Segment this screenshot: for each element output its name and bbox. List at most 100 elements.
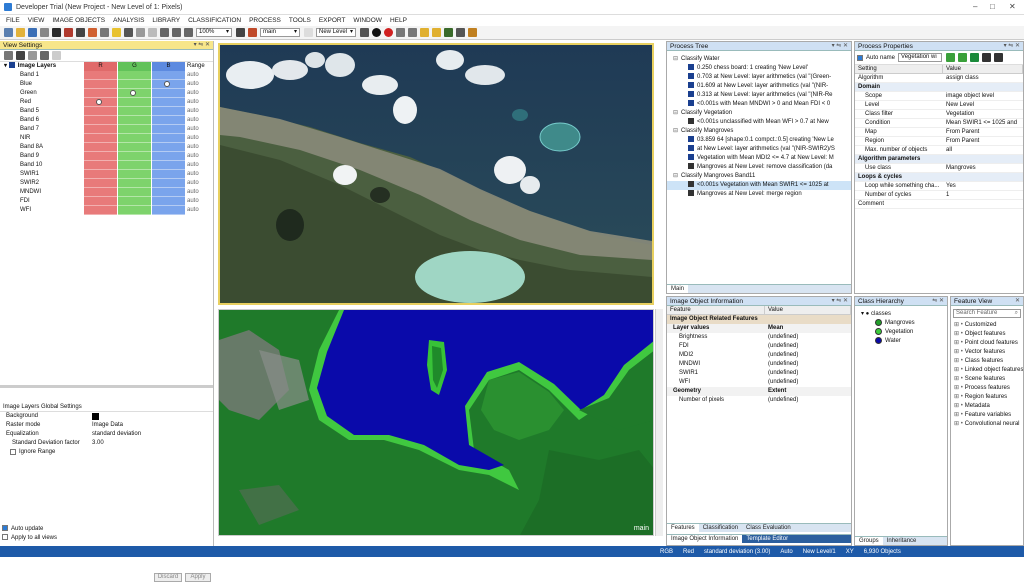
info-icon[interactable] [372,28,381,37]
r-channel-cell[interactable] [84,206,117,215]
manual-edit-icon[interactable] [468,28,477,37]
property-row[interactable]: Algorithm assign class [855,74,1023,83]
b-channel-cell[interactable] [152,107,185,116]
expand-icon[interactable]: ▾ [4,63,7,69]
g-channel-cell[interactable] [118,107,151,116]
menu-item-help[interactable]: HELP [390,17,407,24]
g-channel-cell[interactable] [118,125,151,134]
expand-icon[interactable]: ⊞ • [954,340,963,346]
redo-icon[interactable] [408,28,417,37]
b-channel-cell[interactable] [152,152,185,161]
pan-icon[interactable] [148,28,157,37]
feature-tree-item[interactable]: ⊞ • Class features [951,357,1023,366]
b-channel-cell[interactable] [152,206,185,215]
g-channel-cell[interactable] [118,197,151,206]
process-tree-item[interactable]: <0.001s unclassified with Mean WFI > 0.7… [667,118,851,127]
class-item[interactable]: Water [875,337,947,346]
pixel-view-icon[interactable] [100,28,109,37]
ioi-row[interactable]: MNDWI (undefined) [667,360,851,369]
r-channel-cell[interactable] [84,80,117,89]
sample-icon[interactable] [420,28,429,37]
cursor-icon[interactable] [136,28,145,37]
close-icon[interactable]: ⇋ ✕ [932,297,944,306]
expand-icon[interactable]: ⊞ • [954,421,963,427]
property-row[interactable]: Number of cycles 1 [855,191,1023,200]
property-row[interactable]: Domain [855,83,1023,92]
move-down-icon[interactable] [994,53,1004,62]
g-channel-cell[interactable] [118,143,151,152]
close-icon[interactable]: ▾ ⇋ ✕ [194,41,210,50]
view-icon[interactable] [52,28,61,37]
property-row[interactable]: Algorithm parameters [855,155,1023,164]
satellite-map-view[interactable] [218,43,654,305]
expand-icon[interactable]: ⊞ • [954,367,963,373]
layer-view-icon[interactable] [4,51,13,60]
feature-tree-item[interactable]: ⊞ • Customized [951,321,1023,330]
b-channel-cell[interactable] [152,197,185,206]
property-row[interactable]: Max. number of objects all [855,146,1023,155]
add-process-icon[interactable] [946,53,956,62]
image-layer-icon[interactable] [40,28,49,37]
expand-icon[interactable]: ▾ [861,311,864,317]
layer-row[interactable]: Blue auto [0,80,214,89]
execute-icon[interactable] [970,53,980,62]
b-channel-cell[interactable] [152,143,185,152]
b-channel-cell[interactable] [152,170,185,179]
property-row[interactable]: Comment [855,200,1023,209]
class-item[interactable]: Mangroves [875,319,947,328]
process-tree-item[interactable]: Vegetation with Mean MDI2 <= 4.7 at New … [667,154,851,163]
menu-item-classification[interactable]: CLASSIFICATION [188,17,241,24]
layer-row[interactable]: SWIR2 auto [0,179,214,188]
layer-row[interactable]: Band 1 auto [0,71,214,80]
r-channel-cell[interactable] [84,116,117,125]
add-child-icon[interactable] [958,53,968,62]
expand-icon[interactable]: ⊞ • [954,331,963,337]
b-channel-cell[interactable] [152,116,185,125]
feature-tree-item[interactable]: ⊞ • Point cloud features [951,339,1023,348]
ioi-row[interactable]: WFI (undefined) [667,378,851,387]
level-select[interactable]: New Level ▾ [316,28,356,37]
collapse-icon[interactable]: ⊟ [673,128,678,134]
process-tree-item[interactable]: 01.609 at New Level: layer arithmetics (… [667,82,851,91]
process-name-field[interactable]: Vegetation wi [898,53,943,62]
layer-row[interactable]: WFI auto [0,206,214,215]
menu-item-image-objects[interactable]: IMAGE OBJECTS [52,17,105,24]
global-setting-row[interactable]: Equalization standard deviation [0,430,213,439]
zoom-select[interactable]: 100% ▾ [196,28,232,37]
process-tree-item[interactable]: <0.001s with Mean MNDWI > 0 and Mean FDI… [667,100,851,109]
process-tree-item[interactable]: <0.001s Vegetation with Mean SWIR1 <= 10… [667,181,851,190]
open-folder-icon[interactable] [16,28,25,37]
menu-item-process[interactable]: PROCESS [249,17,281,24]
tab-class-evaluation[interactable]: Class Evaluation [742,524,795,532]
collapse-icon[interactable]: ⊟ [673,173,678,179]
global-setting-row[interactable]: Standard Deviation factor 3.00 [0,439,213,448]
expand-icon[interactable]: ⊞ • [954,385,963,391]
layer-row[interactable]: Band 10 auto [0,161,214,170]
g-channel-cell[interactable] [118,98,151,107]
r-channel-cell[interactable] [84,188,117,197]
tab-inheritance[interactable]: Inheritance [883,537,921,545]
zoom-fit-icon[interactable] [184,28,193,37]
b-channel-cell[interactable] [152,98,185,107]
split-view-icon[interactable] [124,28,133,37]
r-channel-cell[interactable] [84,197,117,206]
expand-icon[interactable]: ⊞ • [954,349,963,355]
tab-features[interactable]: Features [667,524,699,532]
r-channel-cell[interactable] [84,134,117,143]
r-channel-cell[interactable] [84,125,117,134]
g-channel-cell[interactable] [118,179,151,188]
property-row[interactable]: Loops & cycles [855,173,1023,182]
g-channel-cell[interactable] [118,188,151,197]
layer-row[interactable]: Band 9 auto [0,152,214,161]
map-icon[interactable] [248,28,257,37]
maximize-icon[interactable]: □ [990,2,995,11]
layer-row[interactable]: Band 6 auto [0,116,214,125]
r-channel-cell[interactable] [84,179,117,188]
collapse-icon[interactable]: ⊟ [673,110,678,116]
stop-icon[interactable] [384,28,393,37]
property-row[interactable]: Scope image object level [855,92,1023,101]
outline-icon[interactable] [76,28,85,37]
layer-mix-icon[interactable] [64,28,73,37]
layer-row[interactable]: MNDWI auto [0,188,214,197]
menu-item-export[interactable]: EXPORT [319,17,346,24]
